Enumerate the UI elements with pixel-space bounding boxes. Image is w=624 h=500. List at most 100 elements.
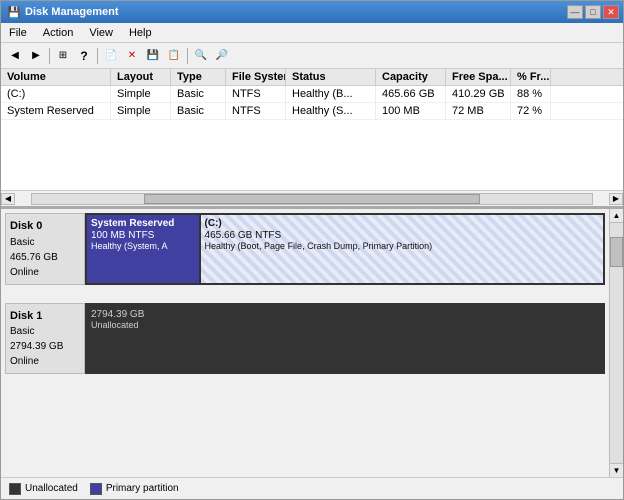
partition-0-0[interactable]: System Reserved 100 MB NTFS Healthy (Sys… [87,215,201,283]
legend-primary-box [90,483,102,495]
scroll-up-btn[interactable]: ▲ [610,209,623,223]
v-scroll-thumb[interactable] [610,237,623,267]
show-hide-button[interactable]: ⊞ [53,46,73,66]
col-header-layout: Layout [111,69,171,85]
legend-primary: Primary partition [90,483,179,495]
cell-fs: NTFS [226,103,286,119]
scroll-thumb[interactable] [144,194,480,204]
disk-size: 2794.39 GB [10,339,80,354]
vertical-scrollbar[interactable]: ▲ ▼ [609,209,623,477]
menu-file[interactable]: File [1,25,35,41]
horizontal-scrollbar[interactable]: ◀ ▶ [1,190,623,206]
title-bar: 💾 Disk Management — □ ✕ [1,1,623,23]
col-header-capacity: Capacity [376,69,446,85]
delete-button[interactable]: ✕ [122,46,142,66]
table-body: (C:) Simple Basic NTFS Healthy (B... 465… [1,86,623,190]
menu-help[interactable]: Help [121,25,160,41]
search-button[interactable]: 🔍 [191,46,211,66]
cell-layout: Simple [111,103,171,119]
disk-separator [5,291,605,297]
table-row[interactable]: (C:) Simple Basic NTFS Healthy (B... 465… [1,86,623,103]
cell-capacity: 465.66 GB [376,86,446,102]
scroll-down-btn[interactable]: ▼ [610,463,623,477]
legend: Unallocated Primary partition [1,477,623,499]
col-header-pct: % Fr... [511,69,551,85]
toolbar-sep-2 [97,48,98,64]
col-header-type: Type [171,69,226,85]
disk-row-1: Disk 1 Basic 2794.39 GB Online 2794.39 G… [5,303,605,375]
disk-partitions-1: 2794.39 GB Unallocated [85,303,605,375]
new-button[interactable]: 📄 [101,46,121,66]
scroll-right-btn[interactable]: ▶ [609,193,623,205]
disk-label-0: Disk 0 Basic 465.76 GB Online [5,213,85,285]
minimize-button[interactable]: — [567,5,583,19]
volume-table-pane: Volume Layout Type File System Status Ca… [1,69,623,209]
partition-status: Healthy (Boot, Page File, Crash Dump, Pr… [205,241,599,251]
cell-volume: (C:) [1,86,111,102]
disk-status: Online [10,265,80,280]
save-button[interactable]: 💾 [143,46,163,66]
col-header-volume: Volume [1,69,111,85]
disk-id: Disk 1 [10,308,80,325]
disk-list: Disk 0 Basic 465.76 GB Online System Res… [1,209,609,477]
legend-primary-label: Primary partition [106,483,179,494]
cell-type: Basic [171,86,226,102]
partition-0-1[interactable]: (C:) 465.66 GB NTFS Healthy (Boot, Page … [201,215,603,283]
help-tb-button[interactable]: ? [74,46,94,66]
cell-volume: System Reserved [1,103,111,119]
legend-unallocated: Unallocated [9,483,78,495]
toolbar-sep-3 [187,48,188,64]
table-header: Volume Layout Type File System Status Ca… [1,69,623,86]
col-header-free: Free Spa... [446,69,511,85]
properties-button[interactable]: 📋 [164,46,184,66]
cell-status: Healthy (S... [286,103,376,119]
cell-layout: Simple [111,86,171,102]
disk-type: Basic [10,324,80,339]
partition-1-0[interactable]: 2794.39 GB Unallocated [87,305,603,373]
col-header-fs: File System [226,69,286,85]
back-button[interactable]: ◀ [5,46,25,66]
cell-type: Basic [171,103,226,119]
scroll-track[interactable] [31,193,593,205]
disk-visual-pane: Disk 0 Basic 465.76 GB Online System Res… [1,209,623,477]
cell-capacity: 100 MB [376,103,446,119]
title-bar-left: 💾 Disk Management [7,5,119,19]
partition-size: 2794.39 GB [91,309,599,320]
partition-size: 100 MB NTFS [91,230,195,241]
col-header-status: Status [286,69,376,85]
cell-pct: 88 % [511,86,551,102]
disk-size: 465.76 GB [10,250,80,265]
disk-type: Basic [10,235,80,250]
menu-bar: File Action View Help [1,23,623,43]
scroll-left-btn[interactable]: ◀ [1,193,15,205]
disk-label-1: Disk 1 Basic 2794.39 GB Online [5,303,85,375]
maximize-button[interactable]: □ [585,5,601,19]
toolbar: ◀ ▶ ⊞ ? 📄 ✕ 💾 📋 🔍 🔎 [1,43,623,69]
cell-free: 410.29 GB [446,86,511,102]
partition-size: 465.66 GB NTFS [205,230,599,241]
menu-action[interactable]: Action [35,25,82,41]
legend-unallocated-label: Unallocated [25,483,78,494]
disk-row-0: Disk 0 Basic 465.76 GB Online System Res… [5,213,605,285]
partition-status: Healthy (System, A [91,241,195,251]
zoom-button[interactable]: 🔎 [212,46,232,66]
table-row[interactable]: System Reserved Simple Basic NTFS Health… [1,103,623,120]
disk-management-window: 💾 Disk Management — □ ✕ File Action View… [0,0,624,500]
window-title: Disk Management [25,6,119,18]
disk-status: Online [10,354,80,369]
legend-unallocated-box [9,483,21,495]
forward-button[interactable]: ▶ [26,46,46,66]
menu-view[interactable]: View [81,25,121,41]
cell-free: 72 MB [446,103,511,119]
cell-pct: 72 % [511,103,551,119]
title-buttons: — □ ✕ [567,5,619,19]
toolbar-sep-1 [49,48,50,64]
cell-status: Healthy (B... [286,86,376,102]
cell-fs: NTFS [226,86,286,102]
close-button[interactable]: ✕ [603,5,619,19]
main-content: Volume Layout Type File System Status Ca… [1,69,623,499]
partition-status: Unallocated [91,320,599,330]
window-icon: 💾 [7,5,21,19]
partition-name: (C:) [205,218,599,229]
disk-id: Disk 0 [10,218,80,235]
